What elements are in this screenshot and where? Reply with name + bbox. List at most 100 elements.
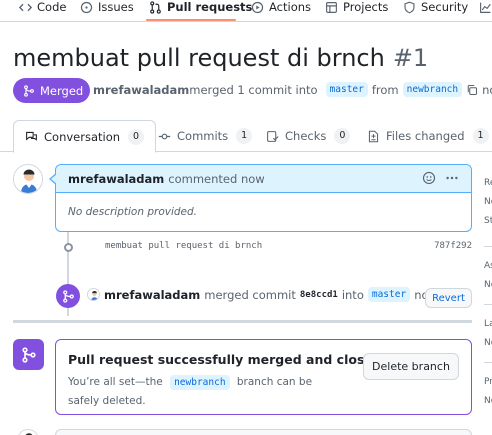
merge-event-into: into (341, 287, 364, 302)
comment-header: mrefawaladam commented now (56, 165, 471, 193)
commit-row: membuat pull request di brnch 787f292 (62, 240, 472, 254)
tab-checks[interactable]: Checks 0 (266, 120, 351, 152)
issue-icon (80, 1, 93, 13)
pr-meta: mrefawaladam merged 1 commit into master… (93, 82, 492, 97)
new-comment-box[interactable] (55, 429, 472, 435)
comment-body: No description provided. (68, 206, 197, 218)
sidebar-fragment: As (484, 261, 492, 271)
nav-projects[interactable]: Projects (325, 0, 388, 14)
commit-dot-icon (64, 243, 73, 252)
tab-commits-label: Commits (177, 129, 229, 143)
repo-nav: Code Issues Pull requests Actions Projec… (0, 0, 492, 22)
merge-event-text: merged commit (204, 287, 296, 302)
merge-commit-sha[interactable]: 8e8ccd1 (300, 290, 338, 300)
avatar[interactable] (13, 164, 43, 194)
tab-commits[interactable]: Commits 1 (158, 120, 253, 152)
merge-icon (21, 346, 36, 363)
sidebar-divider (484, 362, 492, 363)
base-branch[interactable]: master (325, 82, 368, 97)
pr-when: now (482, 82, 492, 97)
pr-title-text: membuat pull request di brnch (13, 44, 385, 72)
merged-box-branch[interactable]: newbranch (170, 375, 230, 390)
copy-icon[interactable] (466, 84, 478, 96)
status-badge: Merged (13, 78, 90, 103)
sidebar-divider (484, 304, 492, 305)
nav-issues[interactable]: Issues (80, 0, 134, 14)
tab-files-changed-label: Files changed (386, 129, 465, 143)
sidebar-divider (484, 246, 492, 247)
play-icon (251, 1, 264, 13)
merge-event-icon (56, 284, 80, 308)
head-branch[interactable]: newbranch (402, 82, 463, 97)
nav-security-label: Security (421, 0, 469, 14)
shield-icon (404, 1, 415, 13)
sidebar-fragment: La (484, 319, 492, 329)
merged-description: You’re all set—the newbranch branch can … (68, 373, 338, 410)
checklist-icon (267, 130, 279, 142)
pr-number: #1 (392, 44, 429, 72)
smiley-icon[interactable] (422, 171, 436, 185)
pr-merged-text: merged 1 commit into (189, 82, 318, 97)
pr-from-text: from (371, 82, 399, 97)
merged-title: Pull request successfully merged and clo… (68, 352, 382, 367)
sidebar-fragment: No (484, 197, 492, 207)
merge-icon (62, 289, 74, 303)
tab-checks-label: Checks (285, 129, 327, 143)
tab-commits-count: 1 (236, 128, 253, 144)
revert-button[interactable]: Revert (425, 288, 472, 308)
nav-code[interactable]: Code (19, 0, 66, 14)
delete-branch-button[interactable]: Delete branch (363, 353, 459, 380)
nav-security[interactable]: Security (403, 0, 468, 14)
sidebar-fragment: No (484, 280, 492, 290)
sidebar-fragment: Pr (484, 377, 492, 387)
graph-icon (480, 2, 491, 13)
comment-discussion-icon (26, 131, 37, 141)
file-diff-icon (368, 130, 379, 142)
sidebar-fragment: No (484, 338, 492, 348)
table-icon (326, 1, 337, 13)
comment-box: mrefawaladam commented now No descriptio… (55, 164, 472, 232)
nav-projects-label: Projects (343, 0, 389, 14)
merged-desc-prefix: You’re all set—the (68, 376, 163, 388)
status-badge-label: Merged (40, 83, 84, 98)
commit-icon (158, 133, 171, 139)
tab-conversation-label: Conversation (44, 129, 121, 144)
tab-checks-count: 0 (334, 128, 351, 144)
avatar[interactable] (17, 429, 39, 435)
nav-actions[interactable]: Actions (251, 0, 311, 14)
tab-files-changed[interactable]: Files changed 1 (367, 120, 489, 152)
merge-event-branch[interactable]: master (367, 287, 411, 302)
tab-files-changed-count: 1 (472, 128, 489, 144)
avatar-image (14, 165, 42, 193)
page-title: membuat pull request di brnch #1 (13, 42, 428, 74)
nav-pull-requests-label: Pull requests (167, 0, 253, 14)
comment-actions (422, 171, 459, 185)
comment-author[interactable]: mrefawaladam (68, 172, 164, 186)
avatar-image (88, 289, 99, 300)
commit-sha[interactable]: 787f292 (434, 241, 472, 251)
nav-active-underline (146, 19, 236, 21)
merge-event-author[interactable]: mrefawaladam (104, 288, 200, 302)
nav-issues-label: Issues (98, 0, 134, 14)
timeline-divider (13, 320, 472, 323)
tab-conversation-count: 0 (128, 128, 145, 145)
nav-actions-label: Actions (269, 0, 312, 14)
merged-box-icon (13, 339, 44, 370)
sidebar-fragment: No (484, 396, 492, 406)
pr-author-link[interactable]: mrefawaladam (93, 83, 189, 97)
code-icon (19, 3, 32, 11)
commit-message[interactable]: membuat pull request di brnch (105, 241, 262, 251)
sidebar-fragment: St (484, 216, 492, 226)
merged-box: Pull request successfully merged and clo… (55, 339, 472, 415)
avatar[interactable] (87, 288, 100, 301)
nav-insights[interactable] (479, 0, 492, 14)
kebab-horizontal-icon[interactable] (445, 171, 459, 185)
nav-pull-requests[interactable]: Pull requests (149, 0, 252, 14)
nav-code-label: Code (37, 0, 67, 14)
tab-conversation[interactable]: Conversation 0 (13, 120, 157, 153)
sidebar-fragment: Re (484, 178, 492, 188)
merge-event: mrefawaladam merged commit 8e8ccd1 into … (87, 287, 438, 302)
comment-pointer-fill (51, 174, 57, 184)
comment-action: commented now (168, 171, 265, 186)
merge-icon (24, 84, 34, 97)
